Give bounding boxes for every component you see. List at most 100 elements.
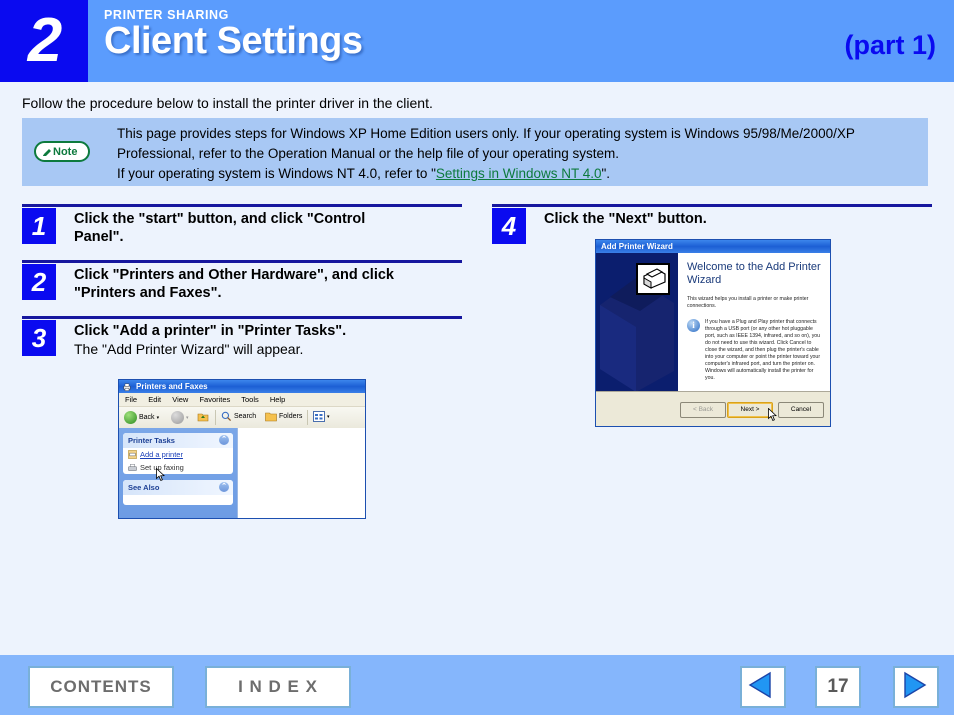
wizard-info-block: i If you have a Plug and Play printer th…: [687, 319, 823, 382]
step-divider: [22, 316, 462, 319]
printers-window-title: Printers and Faxes: [136, 382, 208, 391]
printer-window-icon: [123, 383, 131, 391]
header-part-label: (part 1): [844, 30, 936, 60]
menu-help[interactable]: Help: [270, 395, 285, 404]
collapse-chevron-icon[interactable]: ⌃: [219, 435, 229, 445]
note-box: Note This page provides steps for Window…: [22, 118, 928, 186]
collapse-chevron-icon[interactable]: ⌃: [219, 482, 229, 492]
step-2-head-line-1: Click "Printers and Other Hardware", and…: [74, 267, 394, 283]
printers-window-file-area: [237, 428, 365, 518]
fax-icon: [128, 464, 137, 471]
mouse-cursor-icon: [156, 468, 165, 482]
printer-tasks-panel: Printer Tasks ⌃ Add a printer Set up fax…: [123, 433, 233, 474]
toolbar-separator: [215, 410, 216, 425]
step-1: 1 Click the "start" button, and click "C…: [22, 204, 466, 246]
step-3-body: Click "Add a printer" in "Printer Tasks"…: [74, 316, 466, 359]
wizard-side-graphic: [596, 253, 678, 392]
toolbar-separator: [307, 410, 308, 425]
wizard-paragraph: This wizard helps you install a printer …: [687, 296, 809, 309]
mouse-cursor-icon: [768, 408, 777, 422]
views-button[interactable]: ▾: [313, 411, 330, 422]
menu-view[interactable]: View: [172, 395, 188, 404]
chapter-number-badge: 2: [0, 0, 88, 82]
views-icon: [313, 411, 325, 422]
step-3-sub: The "Add Printer Wizard" will appear.: [74, 341, 304, 357]
contents-button[interactable]: CONTENTS: [28, 666, 174, 708]
note-line-1: This page provides steps for Windows XP …: [117, 126, 855, 141]
step-3: 3 Click "Add a printer" in "Printer Task…: [22, 316, 466, 359]
step-4-number: 4: [492, 208, 526, 244]
menu-favorites[interactable]: Favorites: [199, 395, 230, 404]
menu-file[interactable]: File: [125, 395, 137, 404]
back-button[interactable]: Back ▾: [124, 411, 159, 424]
chevron-down-icon[interactable]: ▾: [157, 415, 160, 421]
step-1-body: Click the "start" button, and click "Con…: [74, 204, 466, 246]
wizard-next-button[interactable]: Next >: [727, 402, 773, 418]
printers-window-toolbar: Back ▾ ▾ Search Folders ▾: [119, 407, 365, 429]
back-arrow-icon: [124, 411, 137, 424]
note-line-2: Professional, refer to the Operation Man…: [117, 146, 620, 161]
folders-button-label: Folders: [279, 413, 303, 420]
step-1-head-line-2: Panel".: [74, 229, 124, 245]
page-footer: CONTENTS I N D E X 17: [0, 655, 954, 715]
wizard-body: Welcome to the Add Printer Wizard This w…: [596, 253, 830, 398]
step-2-number: 2: [22, 264, 56, 300]
previous-arrow-icon: [748, 671, 771, 699]
step-4-head-line-1: Click the "Next" button.: [544, 211, 707, 227]
step-2-body: Click "Printers and Other Hardware", and…: [74, 260, 466, 302]
printers-and-faxes-window-screenshot: Printers and Faxes File Edit View Favori…: [118, 379, 366, 519]
menu-tools[interactable]: Tools: [241, 395, 259, 404]
wizard-heading: Welcome to the Add Printer Wizard: [687, 261, 821, 286]
step-divider: [22, 260, 462, 263]
up-folder-icon: [197, 413, 209, 422]
see-also-header: See Also ⌃: [123, 480, 233, 495]
note-icon-label: Note: [53, 146, 78, 158]
next-arrow-icon: [904, 671, 927, 699]
left-column: 1 Click the "start" button, and click "C…: [22, 204, 466, 369]
step-2: 2 Click "Printers and Other Hardware", a…: [22, 260, 466, 302]
chevron-down-icon[interactable]: ▾: [327, 414, 330, 420]
printer-tasks-header: Printer Tasks ⌃: [123, 433, 233, 448]
search-button-label: Search: [234, 413, 257, 420]
step-3-head-line-1: Click "Add a printer" in "Printer Tasks"…: [74, 323, 347, 339]
note-line-3-prefix: If your operating system is Windows NT 4…: [117, 166, 436, 181]
wizard-footer: < Back Next > Cancel: [596, 391, 830, 426]
wizard-back-button[interactable]: < Back: [680, 402, 726, 418]
note-icon: Note: [34, 141, 90, 162]
menu-edit[interactable]: Edit: [148, 395, 161, 404]
wizard-content: Welcome to the Add Printer Wizard This w…: [678, 253, 830, 398]
note-text: This page provides steps for Windows XP …: [117, 124, 917, 184]
add-printer-icon: [128, 450, 137, 459]
previous-page-button[interactable]: [740, 666, 786, 708]
wizard-info-text: If you have a Plug and Play printer that…: [705, 319, 821, 381]
step-2-head-line-2: "Printers and Faxes".: [74, 285, 222, 301]
add-printer-wizard-screenshot: Add Printer Wizard Welcome to the Add Pr…: [595, 239, 831, 427]
index-button[interactable]: I N D E X: [205, 666, 351, 708]
note-line-3-suffix: ".: [601, 166, 611, 181]
folders-button[interactable]: Folders: [265, 411, 302, 422]
wizard-cancel-button[interactable]: Cancel: [778, 402, 824, 418]
forward-arrow-icon: [171, 411, 184, 424]
step-3-number: 3: [22, 320, 56, 356]
page-header: 2 PRINTER SHARING Client Settings (part …: [0, 0, 954, 82]
folders-icon: [265, 412, 277, 422]
wizard-titlebar: Add Printer Wizard: [596, 240, 830, 253]
printers-window-titlebar: Printers and Faxes: [119, 380, 365, 393]
search-icon: [221, 411, 232, 422]
set-up-faxing-row[interactable]: Set up faxing: [123, 461, 233, 474]
forward-button[interactable]: ▾: [171, 411, 189, 424]
info-icon: i: [687, 319, 700, 332]
add-a-printer-row[interactable]: Add a printer: [123, 448, 233, 461]
search-button[interactable]: Search: [221, 411, 256, 422]
step-divider: [492, 204, 932, 207]
next-page-button[interactable]: [893, 666, 939, 708]
add-a-printer-link[interactable]: Add a printer: [140, 450, 183, 459]
printer-glyph-icon: [643, 268, 666, 289]
chevron-down-icon: ▾: [186, 414, 189, 421]
pencil-icon: [43, 149, 51, 156]
step-divider: [22, 204, 462, 207]
settings-windows-nt-link[interactable]: Settings in Windows NT 4.0: [436, 166, 602, 181]
wizard-title: Add Printer Wizard: [601, 242, 673, 251]
step-1-head-line-1: Click the "start" button, and click "Con…: [74, 211, 366, 227]
up-folder-button[interactable]: [197, 411, 209, 423]
